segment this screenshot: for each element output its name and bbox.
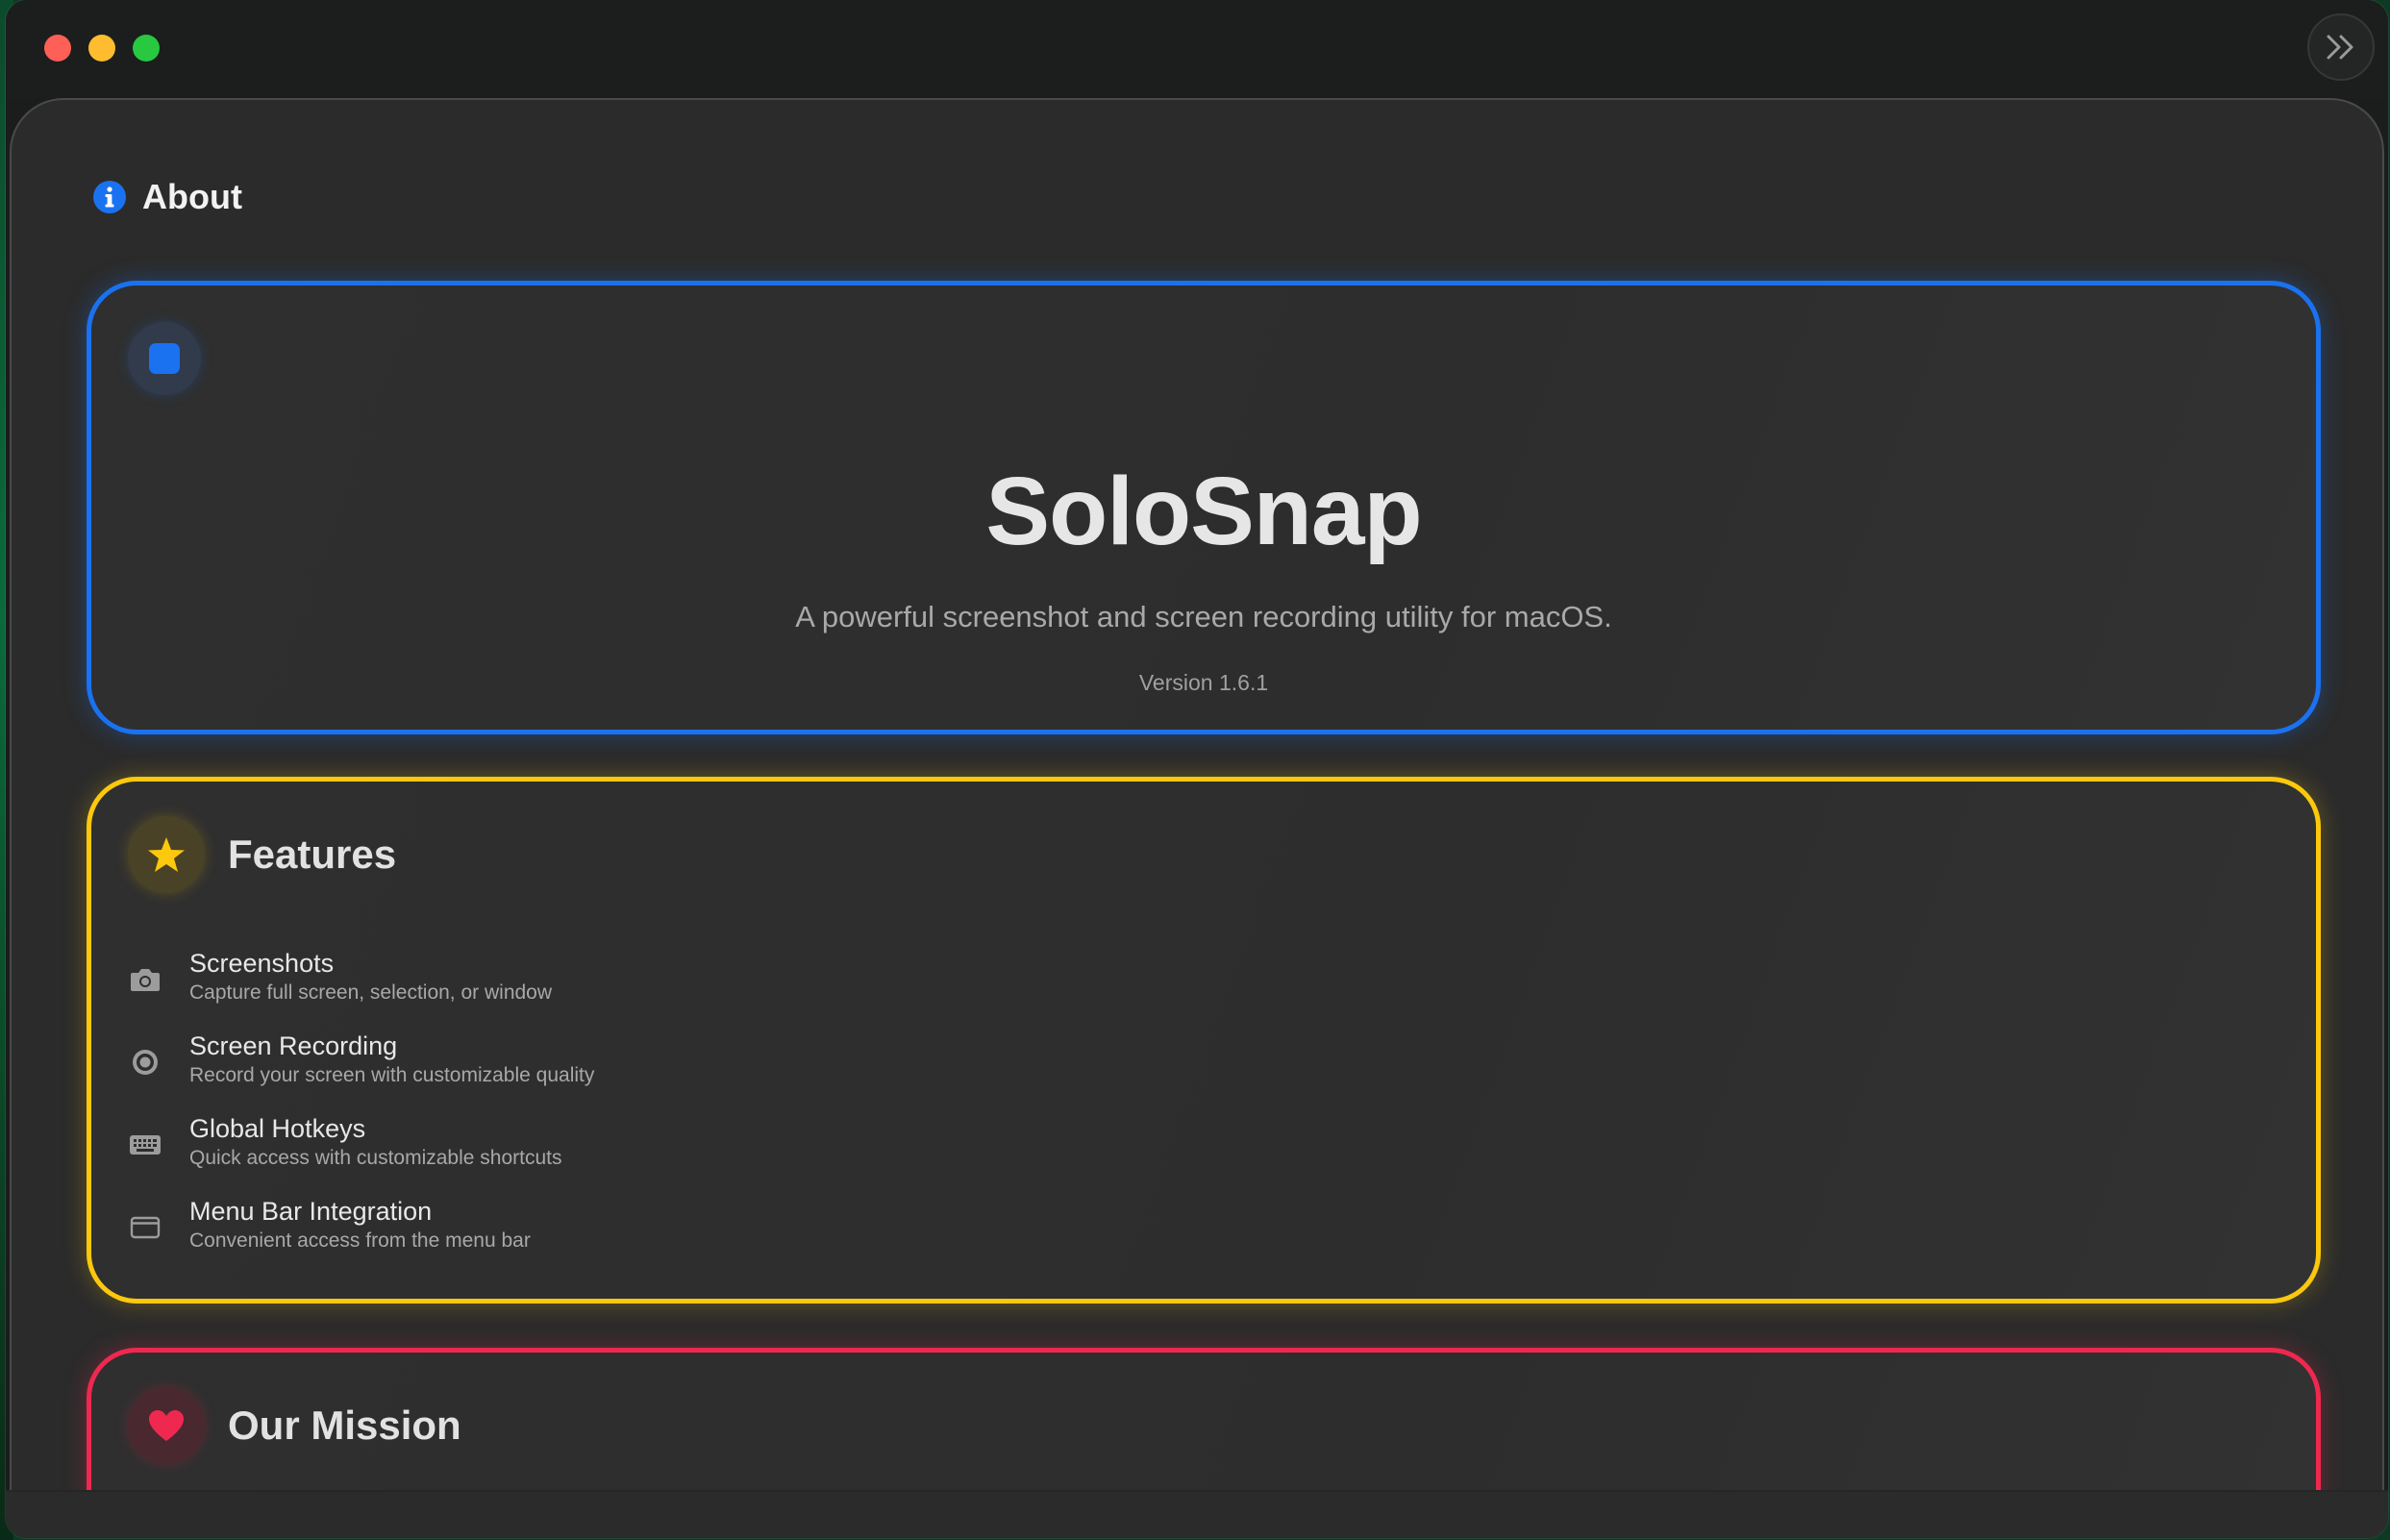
camera-icon <box>128 960 162 999</box>
feature-name: Screenshots <box>189 949 335 978</box>
feature-item-global-hotkeys: Global Hotkeys Quick access with customi… <box>128 1112 594 1195</box>
keyboard-icon <box>128 1126 162 1164</box>
window-bottom-edge <box>6 1490 2388 1538</box>
feature-item-screen-recording: Screen Recording Record your screen with… <box>128 1030 594 1112</box>
app-info-card: SoloSnap A powerful screenshot and scree… <box>87 281 2321 734</box>
page-header: About <box>92 177 242 217</box>
app-icon <box>128 322 201 395</box>
heart-icon <box>128 1387 205 1464</box>
record-circle-icon <box>128 1043 162 1081</box>
feature-item-screenshots: Screenshots Capture full screen, selecti… <box>128 947 594 1030</box>
star-icon <box>128 816 205 893</box>
mission-card: Our Mission <box>87 1348 2321 1492</box>
features-title: Features <box>228 832 397 877</box>
features-card: Features Screenshots Capture full screen… <box>87 777 2321 1304</box>
info-circle-icon <box>92 180 127 214</box>
feature-list: Screenshots Capture full screen, selecti… <box>128 947 594 1278</box>
feature-name: Global Hotkeys <box>189 1114 366 1143</box>
feature-name: Menu Bar Integration <box>189 1197 433 1226</box>
mission-title: Our Mission <box>228 1403 461 1448</box>
app-tagline: A powerful screenshot and screen recordi… <box>795 600 1612 633</box>
feature-item-menu-bar-integration: Menu Bar Integration Convenient access f… <box>128 1195 594 1278</box>
sidebar-toggle-button[interactable] <box>2307 13 2375 81</box>
app-square-icon <box>149 343 180 374</box>
feature-description: Capture full screen, selection, or windo… <box>189 981 553 1004</box>
feature-description: Record your screen with customizable qua… <box>189 1064 595 1086</box>
app-name: SoloSnap <box>985 458 1422 565</box>
menubar-window-icon <box>128 1208 162 1247</box>
app-version: Version 1.6.1 <box>1138 670 1269 695</box>
chevron-double-right-icon <box>2327 35 2353 60</box>
feature-name: Screen Recording <box>189 1031 398 1060</box>
title-bar <box>6 0 2388 98</box>
close-window-button[interactable] <box>44 35 71 62</box>
about-content[interactable]: About SoloSnap A powerful screenshot and… <box>10 98 2384 1492</box>
app-window: About SoloSnap A powerful screenshot and… <box>6 0 2388 1538</box>
features-header: Features <box>128 816 396 893</box>
feature-description: Quick access with customizable shortcuts <box>189 1147 562 1169</box>
mission-header: Our Mission <box>128 1387 461 1464</box>
zoom-window-button[interactable] <box>133 35 160 62</box>
feature-description: Convenient access from the menu bar <box>189 1230 531 1252</box>
minimize-window-button[interactable] <box>88 35 115 62</box>
page-title: About <box>142 177 242 216</box>
